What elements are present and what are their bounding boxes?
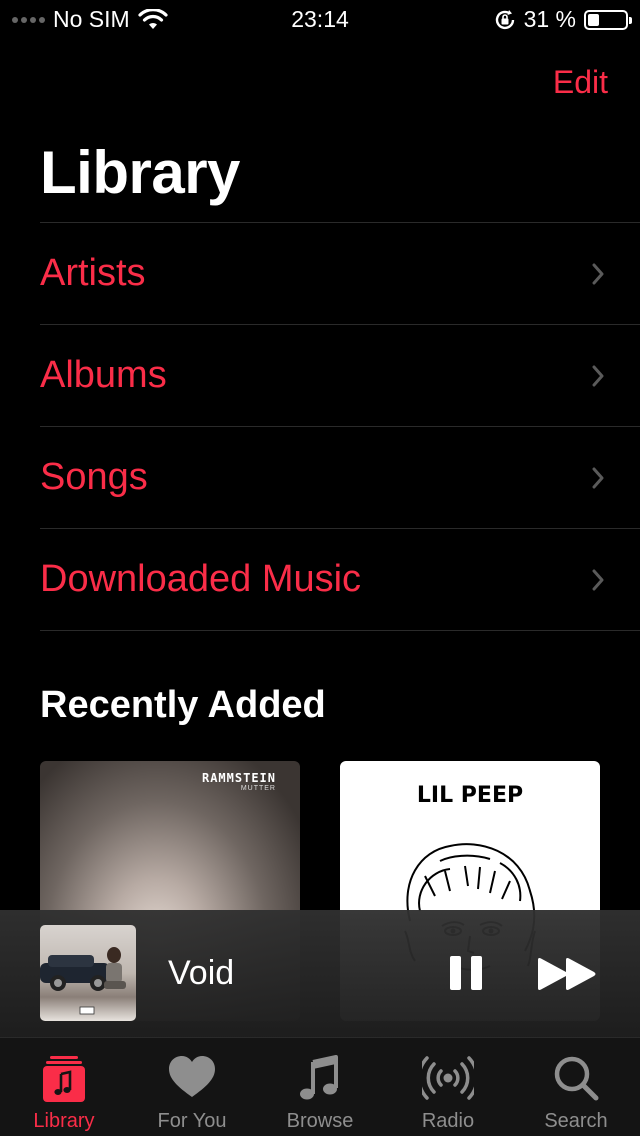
album-logo-subtext: MUTTER	[240, 785, 276, 792]
menu-item-artists[interactable]: Artists	[40, 223, 640, 325]
page-title: Library	[40, 139, 240, 206]
radio-icon	[422, 1056, 474, 1100]
pause-button[interactable]	[448, 954, 484, 992]
battery-percent: 31 %	[523, 6, 576, 32]
menu-item-label: Artists	[40, 252, 146, 294]
menu-item-label: Albums	[40, 354, 167, 396]
menu-item-albums[interactable]: Albums	[40, 325, 640, 427]
menu-item-label: Songs	[40, 456, 148, 498]
next-track-button[interactable]	[536, 957, 598, 991]
tab-label: Search	[544, 1110, 608, 1132]
library-menu: Artists Albums Songs Downloaded Music	[40, 222, 640, 631]
tab-for-you[interactable]: For You	[128, 1038, 256, 1136]
tab-radio[interactable]: Radio	[384, 1038, 512, 1136]
chevron-right-icon	[592, 467, 604, 488]
menu-item-label: Downloaded Music	[40, 558, 362, 600]
album-logo-text: RAMMSTEIN	[201, 771, 276, 785]
edit-button[interactable]: Edit	[553, 64, 608, 101]
now-playing-artwork[interactable]	[40, 925, 136, 1021]
now-playing-artwork-image	[40, 947, 126, 1015]
menu-item-songs[interactable]: Songs	[40, 427, 640, 529]
tab-bar: Library For You Browse Radio Search	[0, 1037, 640, 1136]
chevron-right-icon	[592, 263, 604, 284]
chevron-right-icon	[592, 569, 604, 590]
tab-browse[interactable]: Browse	[256, 1038, 384, 1136]
chevron-right-icon	[592, 365, 604, 386]
tab-label: Browse	[286, 1110, 354, 1132]
now-playing-title: Void	[168, 954, 235, 992]
battery-fill	[588, 13, 599, 26]
search-icon	[554, 1056, 599, 1101]
battery-icon	[584, 9, 632, 30]
mini-player[interactable]: Void	[0, 910, 640, 1037]
tab-search[interactable]: Search	[512, 1038, 640, 1136]
tab-label: Radio	[421, 1110, 475, 1132]
screen: No SIM 23:14 31 % Edit Library Artists A…	[0, 0, 640, 1136]
tab-library[interactable]: Library	[0, 1038, 128, 1136]
menu-item-downloaded-music[interactable]: Downloaded Music	[40, 529, 640, 631]
music-note-icon	[300, 1055, 338, 1100]
library-icon	[43, 1056, 85, 1102]
recently-added-title: Recently Added	[40, 684, 326, 726]
status-bar: No SIM 23:14 31 %	[0, 0, 640, 40]
status-right: 31 %	[494, 6, 632, 33]
tab-label: Library	[33, 1110, 95, 1132]
tab-label: For You	[157, 1110, 227, 1132]
orientation-lock-icon	[495, 9, 514, 29]
heart-icon	[169, 1056, 215, 1097]
